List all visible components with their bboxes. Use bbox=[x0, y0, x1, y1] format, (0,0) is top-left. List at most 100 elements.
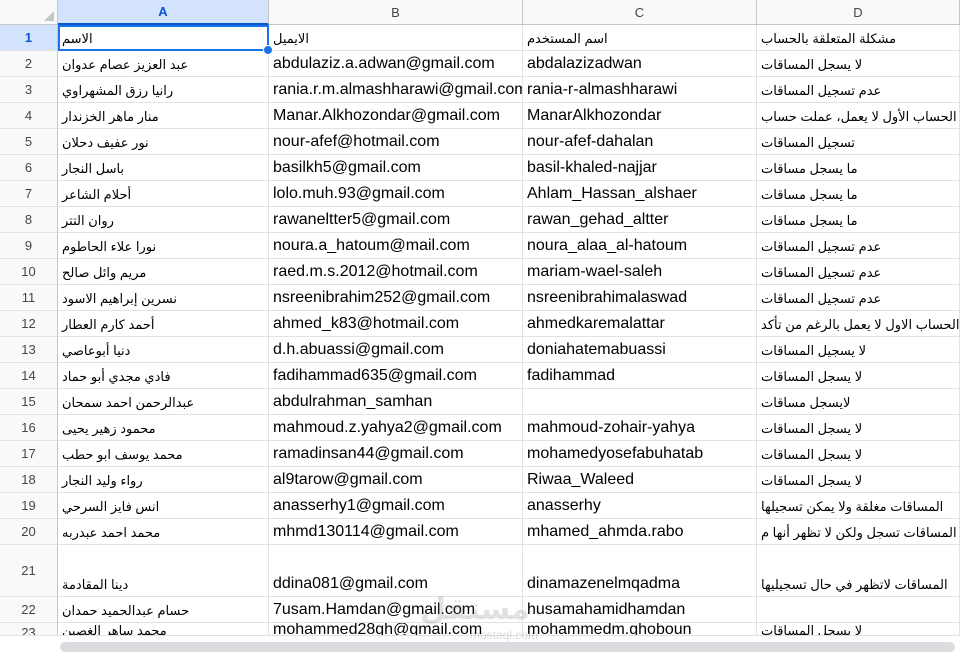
cell-c20[interactable]: mhamed_ahmda.rabo bbox=[523, 519, 757, 545]
cell-d9[interactable]: عدم تسجيل المساقات bbox=[757, 233, 960, 259]
cell-d22[interactable] bbox=[757, 597, 960, 623]
row-header[interactable]: 2 bbox=[0, 51, 58, 77]
cell-a17[interactable]: محمد يوسف ابو حطب bbox=[58, 441, 269, 467]
row-header[interactable]: 6 bbox=[0, 155, 58, 181]
row-header[interactable]: 19 bbox=[0, 493, 58, 519]
cell-a9[interactable]: نورا علاء الحاطوم bbox=[58, 233, 269, 259]
cell-c6[interactable]: basil-khaled-najjar bbox=[523, 155, 757, 181]
cell-b4[interactable]: Manar.Alkhozondar@gmail.com bbox=[269, 103, 523, 129]
cell-d19[interactable]: المساقات مغلقة ولا يمكن تسجيلها bbox=[757, 493, 960, 519]
cell-a2[interactable]: عبد العزيز عصام عدوان bbox=[58, 51, 269, 77]
row-header[interactable]: 22 bbox=[0, 597, 58, 623]
cell-b15[interactable]: abdulrahman_samhan bbox=[269, 389, 523, 415]
cell-d12[interactable]: الحساب الاول لا يعمل بالرغم من تأكد bbox=[757, 311, 960, 337]
cell-b11[interactable]: nsreenibrahim252@gmail.com bbox=[269, 285, 523, 311]
cell-b1[interactable]: الايميل bbox=[269, 25, 523, 51]
row-header[interactable]: 11 bbox=[0, 285, 58, 311]
cell-a4[interactable]: منار ماهر الخزندار bbox=[58, 103, 269, 129]
cell-c2[interactable]: abdalazizadwan bbox=[523, 51, 757, 77]
column-header-b[interactable]: B bbox=[269, 0, 523, 25]
cell-a8[interactable]: روان التتر bbox=[58, 207, 269, 233]
row-header[interactable]: 21 bbox=[0, 545, 58, 597]
cell-d18[interactable]: لا يسجل المساقات bbox=[757, 467, 960, 493]
cell-d17[interactable]: لا يسجل المساقات bbox=[757, 441, 960, 467]
cell-b10[interactable]: raed.m.s.2012@hotmail.com bbox=[269, 259, 523, 285]
cell-b9[interactable]: noura.a_hatoum@mail.com bbox=[269, 233, 523, 259]
cell-c12[interactable]: ahmedkaremalattar bbox=[523, 311, 757, 337]
cell-c17[interactable]: mohamedyosefabuhatab bbox=[523, 441, 757, 467]
cell-b5[interactable]: nour-afef@hotmail.com bbox=[269, 129, 523, 155]
row-header[interactable]: 5 bbox=[0, 129, 58, 155]
cell-d11[interactable]: عدم تسجيل المساقات bbox=[757, 285, 960, 311]
column-header-a[interactable]: A bbox=[58, 0, 269, 25]
select-all-corner[interactable] bbox=[0, 0, 58, 25]
fill-handle[interactable] bbox=[263, 45, 273, 55]
row-header[interactable]: 8 bbox=[0, 207, 58, 233]
cell-c10[interactable]: mariam-wael-saleh bbox=[523, 259, 757, 285]
row-header[interactable]: 13 bbox=[0, 337, 58, 363]
row-header[interactable]: 10 bbox=[0, 259, 58, 285]
cell-c22[interactable]: husamahamidhamdan bbox=[523, 597, 757, 623]
cell-a10[interactable]: مريم وائل صالح bbox=[58, 259, 269, 285]
cell-c19[interactable]: anasserhy bbox=[523, 493, 757, 519]
cell-c9[interactable]: noura_alaa_al-hatoum bbox=[523, 233, 757, 259]
cell-d7[interactable]: ما يسجل مساقات bbox=[757, 181, 960, 207]
row-header[interactable]: 7 bbox=[0, 181, 58, 207]
cell-c5[interactable]: nour-afef-dahalan bbox=[523, 129, 757, 155]
cell-c13[interactable]: doniahatemabuassi bbox=[523, 337, 757, 363]
cell-b6[interactable]: basilkh5@gmail.com bbox=[269, 155, 523, 181]
cell-a3[interactable]: رانيا رزق المشهراوي bbox=[58, 77, 269, 103]
cell-b13[interactable]: d.h.abuassi@gmail.com bbox=[269, 337, 523, 363]
cell-d16[interactable]: لا يسجل المساقات bbox=[757, 415, 960, 441]
cell-d21[interactable]: المساقات لاتظهر في حال تسجيليها bbox=[757, 545, 960, 597]
cell-c11[interactable]: nsreenibrahimalaswad bbox=[523, 285, 757, 311]
cell-a5[interactable]: نور عفيف دحلان bbox=[58, 129, 269, 155]
cell-c1[interactable]: اسم المستخدم bbox=[523, 25, 757, 51]
cell-a7[interactable]: أحلام الشاعر bbox=[58, 181, 269, 207]
cell-c8[interactable]: rawan_gehad_altter bbox=[523, 207, 757, 233]
scrollbar-thumb[interactable] bbox=[60, 642, 955, 652]
cell-d1[interactable]: مشكلة المتعلقة بالحساب bbox=[757, 25, 960, 51]
row-header[interactable]: 9 bbox=[0, 233, 58, 259]
row-header[interactable]: 18 bbox=[0, 467, 58, 493]
row-header[interactable]: 12 bbox=[0, 311, 58, 337]
row-header[interactable]: 17 bbox=[0, 441, 58, 467]
cell-b2[interactable]: abdulaziz.a.adwan@gmail.com bbox=[269, 51, 523, 77]
row-header[interactable]: 14 bbox=[0, 363, 58, 389]
cell-b8[interactable]: rawaneltter5@gmail.com bbox=[269, 207, 523, 233]
cell-c3[interactable]: rania-r-almashharawi bbox=[523, 77, 757, 103]
cell-d15[interactable]: لايسجل مساقات bbox=[757, 389, 960, 415]
cell-b20[interactable]: mhmd130114@gmail.com bbox=[269, 519, 523, 545]
cell-a20[interactable]: محمد احمد عبدربه bbox=[58, 519, 269, 545]
cell-a1[interactable]: الاسم bbox=[58, 25, 269, 51]
cell-c15[interactable] bbox=[523, 389, 757, 415]
row-header[interactable]: 4 bbox=[0, 103, 58, 129]
cell-a19[interactable]: انس فايز السرحي bbox=[58, 493, 269, 519]
cell-a21[interactable]: دينا المقادمة bbox=[58, 545, 269, 597]
cell-d5[interactable]: تسجيل المساقات bbox=[757, 129, 960, 155]
cell-a18[interactable]: رواء وليد النجار bbox=[58, 467, 269, 493]
cell-a16[interactable]: محمود زهير يحيى bbox=[58, 415, 269, 441]
cell-b3[interactable]: rania.r.m.almashharawi@gmail.com bbox=[269, 77, 523, 103]
cell-c21[interactable]: dinamazenelmqadma bbox=[523, 545, 757, 597]
cell-a13[interactable]: دنيا أبوعاصي bbox=[58, 337, 269, 363]
cell-d14[interactable]: لا يسجل المساقات bbox=[757, 363, 960, 389]
cell-d10[interactable]: عدم تسجيل المساقات bbox=[757, 259, 960, 285]
cell-b7[interactable]: lolo.muh.93@gmail.com bbox=[269, 181, 523, 207]
cell-a15[interactable]: عبدالرحمن احمد سمحان bbox=[58, 389, 269, 415]
cell-b17[interactable]: ramadinsan44@gmail.com bbox=[269, 441, 523, 467]
cell-b16[interactable]: mahmoud.z.yahya2@gmail.com bbox=[269, 415, 523, 441]
cell-b12[interactable]: ahmed_k83@hotmail.com bbox=[269, 311, 523, 337]
cell-d6[interactable]: ما يسجل مساقات bbox=[757, 155, 960, 181]
cell-b21[interactable]: ddina081@gmail.com bbox=[269, 545, 523, 597]
column-header-c[interactable]: C bbox=[523, 0, 757, 25]
row-header[interactable]: 16 bbox=[0, 415, 58, 441]
cell-b18[interactable]: al9tarow@gmail.com bbox=[269, 467, 523, 493]
cell-a12[interactable]: أحمد كارم العطار bbox=[58, 311, 269, 337]
cell-c4[interactable]: ManarAlkhozondar bbox=[523, 103, 757, 129]
row-header[interactable]: 1 bbox=[0, 25, 58, 51]
cell-a14[interactable]: فادي مجدي أبو حماد bbox=[58, 363, 269, 389]
cell-d8[interactable]: ما يسجل مساقات bbox=[757, 207, 960, 233]
cell-c18[interactable]: Riwaa_Waleed bbox=[523, 467, 757, 493]
cell-c16[interactable]: mahmoud-zohair-yahya bbox=[523, 415, 757, 441]
